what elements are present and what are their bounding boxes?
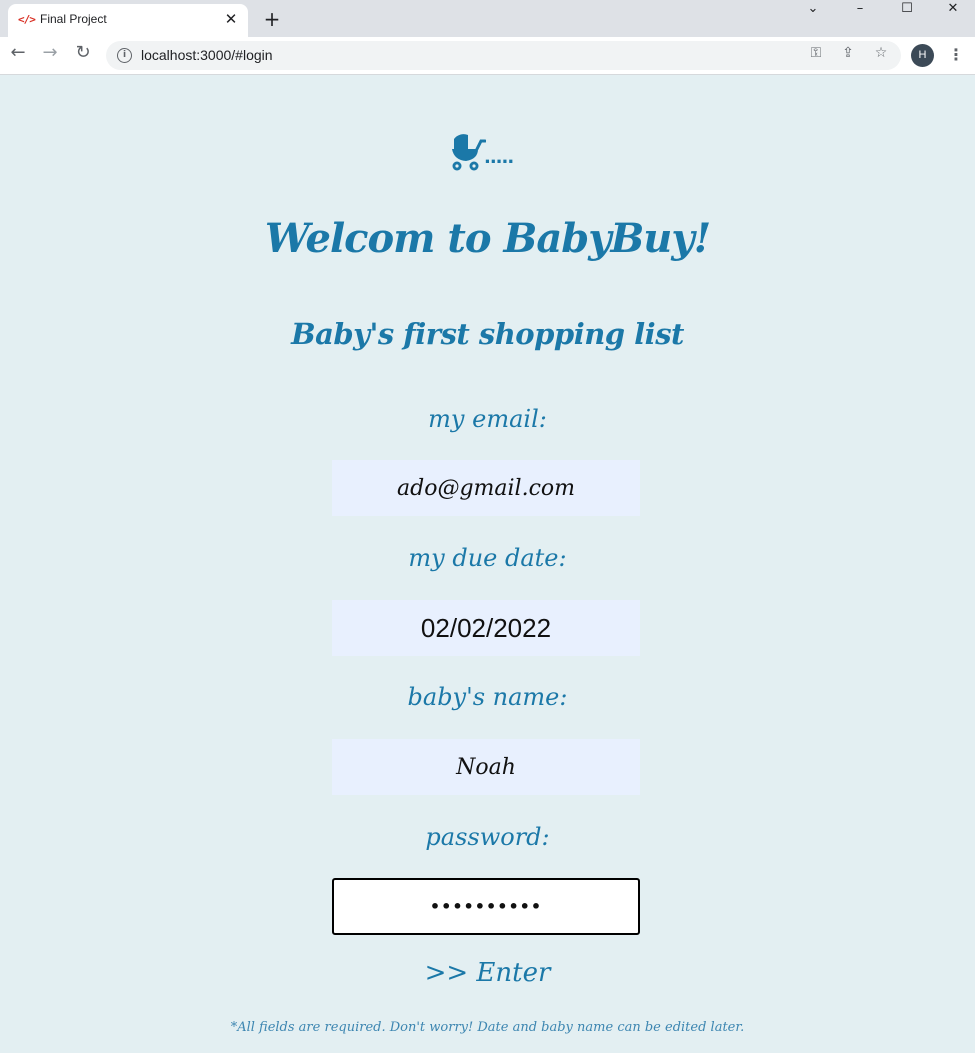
new-tab-button[interactable]: +: [262, 9, 282, 29]
email-field[interactable]: [332, 460, 640, 516]
tab-strip: </> Final Project ✕ + ⌄ – ☐ ✕: [0, 0, 975, 37]
browser-toolbar: ← → ↻ i localhost:3000/#login ⚿ ⇪ ☆ H ⋮: [0, 37, 975, 75]
required-fields-note: *All fields are required. Don't worry! D…: [230, 1020, 745, 1035]
minimize-button[interactable]: –: [837, 0, 883, 20]
close-tab-icon[interactable]: ✕: [222, 10, 240, 28]
enter-button[interactable]: >> Enter: [0, 958, 975, 988]
share-icon[interactable]: ⇪: [838, 45, 858, 65]
forward-icon[interactable]: →: [37, 42, 63, 68]
tab-title: Final Project: [40, 12, 107, 26]
close-window-button[interactable]: ✕: [930, 0, 975, 20]
login-page: ..... Welcom to BabyBuy! Baby's first sh…: [0, 75, 975, 1053]
reload-icon[interactable]: ↻: [70, 42, 96, 68]
baby-name-label: baby's name:: [407, 683, 568, 711]
logo: .....: [450, 133, 525, 173]
menu-icon[interactable]: ⋮: [946, 44, 966, 66]
due-date-field[interactable]: [332, 600, 640, 656]
bookmark-star-icon[interactable]: ☆: [871, 45, 891, 65]
password-label: password:: [425, 823, 550, 851]
profile-avatar[interactable]: H: [911, 44, 934, 67]
due-date-label: my due date:: [408, 544, 567, 572]
browser-chrome: </> Final Project ✕ + ⌄ – ☐ ✕ ← → ↻ i lo…: [0, 0, 975, 75]
baby-carriage-icon: [452, 134, 487, 171]
baby-name-field[interactable]: [332, 739, 640, 795]
password-field[interactable]: [332, 878, 640, 935]
key-icon[interactable]: ⚿: [806, 45, 826, 65]
address-bar[interactable]: i localhost:3000/#login ⚿ ⇪ ☆: [106, 41, 901, 70]
email-label: my email:: [428, 405, 547, 433]
page-title: Welcom to BabyBuy!: [264, 215, 711, 262]
tab-search-icon[interactable]: ⌄: [790, 0, 836, 20]
logo-dots: .....: [484, 147, 514, 168]
back-icon[interactable]: ←: [5, 42, 31, 68]
page-subtitle: Baby's first shopping list: [291, 317, 684, 351]
maximize-button[interactable]: ☐: [884, 0, 930, 20]
tab-final-project[interactable]: </> Final Project ✕: [8, 4, 248, 37]
url-text[interactable]: localhost:3000/#login: [141, 47, 273, 63]
code-icon: </>: [18, 13, 36, 26]
site-info-icon[interactable]: i: [117, 48, 132, 63]
